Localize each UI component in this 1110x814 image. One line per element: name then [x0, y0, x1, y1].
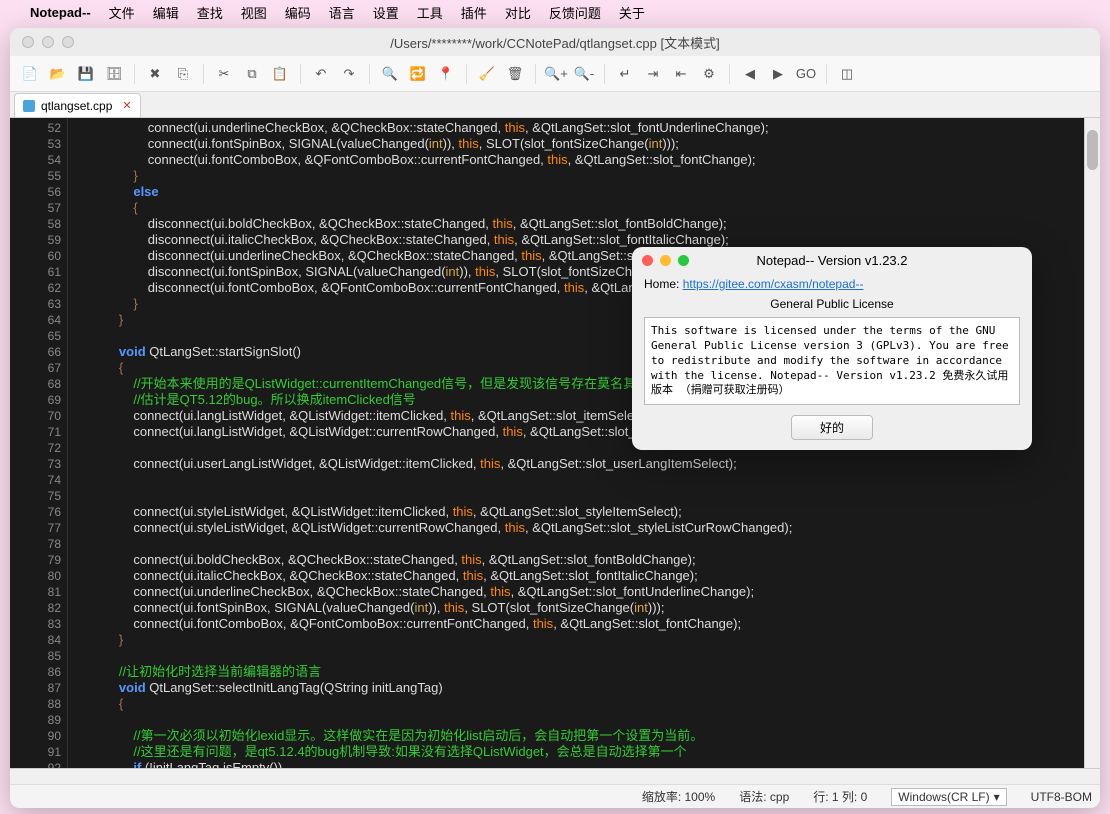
menu-language[interactable]: 语言 — [329, 3, 355, 22]
lang-label: 语法: — [739, 790, 766, 804]
open-button[interactable]: 📂 — [46, 62, 70, 86]
find-button[interactable]: 🔍 — [378, 62, 402, 86]
settings-button[interactable]: ⚙ — [697, 62, 721, 86]
dialog-zoom-icon[interactable] — [678, 255, 689, 266]
zoom-value: 100% — [685, 790, 716, 804]
eol-selector[interactable]: Windows(CR LF)▾ — [891, 788, 1006, 806]
undo-button[interactable]: ↶ — [309, 62, 333, 86]
tab-bar: qtlangset.cpp ✕ — [10, 92, 1100, 118]
copy-button[interactable]: ⧉ — [240, 62, 264, 86]
status-bar: 缩放率: 100% 语法: cpp 行: 1 列: 0 Windows(CR L… — [10, 784, 1100, 808]
zoom-window-icon[interactable] — [62, 36, 74, 48]
menu-find[interactable]: 查找 — [197, 3, 223, 22]
dialog-close-icon[interactable] — [642, 255, 653, 266]
closeall-button[interactable]: ⎘ — [171, 62, 195, 86]
menu-tools[interactable]: 工具 — [417, 3, 443, 22]
file-tab[interactable]: qtlangset.cpp ✕ — [14, 93, 141, 117]
lang-value: cpp — [770, 790, 789, 804]
saveall-button[interactable]: 🗄 — [102, 62, 126, 86]
menu-edit[interactable]: 编辑 — [153, 3, 179, 22]
clearall-button[interactable]: 🗑 — [503, 62, 527, 86]
menu-view[interactable]: 视图 — [241, 3, 267, 22]
menu-feedback[interactable]: 反馈问题 — [549, 3, 601, 22]
wrap-button[interactable]: ↵ — [613, 62, 637, 86]
home-link[interactable]: https://gitee.com/cxasm/notepad-- — [683, 277, 864, 291]
dialog-minimize-icon[interactable] — [660, 255, 671, 266]
prev-button[interactable]: ◀ — [738, 62, 762, 86]
close-button[interactable]: ✖ — [143, 62, 167, 86]
toolbar: 📄📂💾🗄 ✖⎘ ✂⧉📋 ↶↷ 🔍🔁📍 🧹🗑 🔍+🔍- ↵⇥⇤⚙ ◀▶GO ◫ — [10, 56, 1100, 92]
close-window-icon[interactable] — [22, 36, 34, 48]
zoomout-button[interactable]: 🔍- — [572, 62, 596, 86]
mark-button[interactable]: 📍 — [434, 62, 458, 86]
horizontal-scrollbar[interactable] — [10, 768, 1100, 784]
mac-menubar: Notepad-- 文件 编辑 查找 视图 编码 语言 设置 工具 插件 对比 … — [0, 0, 1110, 24]
menu-about[interactable]: 关于 — [619, 3, 645, 22]
vertical-scrollbar[interactable] — [1084, 118, 1100, 768]
menu-compare[interactable]: 对比 — [505, 3, 531, 22]
cursor-position: 行: 1 列: 0 — [813, 788, 867, 805]
license-text: This software is licensed under the term… — [644, 317, 1020, 405]
menu-file[interactable]: 文件 — [109, 3, 135, 22]
about-dialog: Notepad-- Version v1.23.2 Home: https://… — [632, 247, 1032, 450]
split-button[interactable]: ◫ — [835, 62, 859, 86]
paste-button[interactable]: 📋 — [268, 62, 292, 86]
home-label: Home: — [644, 277, 679, 291]
menu-plugins[interactable]: 插件 — [461, 3, 487, 22]
clearmark-button[interactable]: 🧹 — [475, 62, 499, 86]
menu-settings[interactable]: 设置 — [373, 3, 399, 22]
next-button[interactable]: ▶ — [766, 62, 790, 86]
outdent-button[interactable]: ⇤ — [669, 62, 693, 86]
minimize-window-icon[interactable] — [42, 36, 54, 48]
indent-button[interactable]: ⇥ — [641, 62, 665, 86]
fold-column — [68, 118, 84, 768]
replace-button[interactable]: 🔁 — [406, 62, 430, 86]
line-gutter: 5253545556575859606162636465666768697071… — [10, 118, 68, 768]
encoding-label: UTF8-BOM — [1031, 790, 1092, 804]
file-icon — [23, 100, 35, 112]
ok-button[interactable]: 好的 — [791, 415, 873, 440]
cut-button[interactable]: ✂ — [212, 62, 236, 86]
save-button[interactable]: 💾 — [74, 62, 98, 86]
menu-encoding[interactable]: 编码 — [285, 3, 311, 22]
code-editor[interactable]: 5253545556575859606162636465666768697071… — [10, 118, 1100, 784]
window-title: /Users/********/work/CCNotePad/qtlangset… — [10, 33, 1100, 52]
redo-button[interactable]: ↷ — [337, 62, 361, 86]
zoomin-button[interactable]: 🔍+ — [544, 62, 568, 86]
titlebar: /Users/********/work/CCNotePad/qtlangset… — [10, 28, 1100, 56]
tab-close-icon[interactable]: ✕ — [122, 99, 131, 112]
go-button[interactable]: GO — [794, 62, 818, 86]
zoom-label: 缩放率: — [642, 790, 681, 804]
new-button[interactable]: 📄 — [18, 62, 42, 86]
app-name[interactable]: Notepad-- — [30, 5, 91, 20]
dialog-title: Notepad-- Version v1.23.2 — [632, 253, 1032, 268]
tab-label: qtlangset.cpp — [41, 99, 112, 113]
license-title: General Public License — [644, 297, 1020, 311]
